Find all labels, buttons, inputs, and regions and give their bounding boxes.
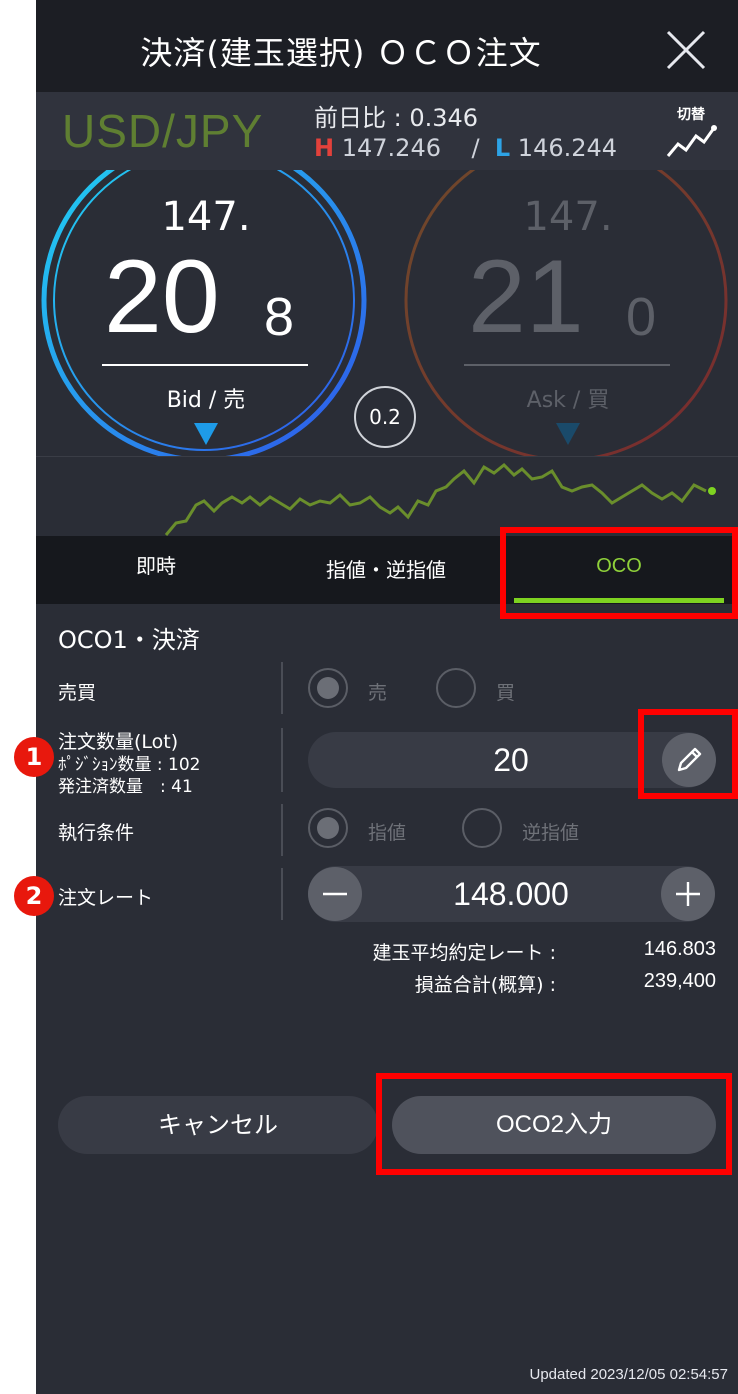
side-option-sell: 売 (368, 682, 388, 704)
ask-label: Ask / 買 (526, 388, 610, 413)
rate-increment-button[interactable] (661, 867, 715, 921)
cancel-button[interactable]: キャンセル (58, 1096, 378, 1154)
prev-day-change: 前日比 : 0.346 (314, 104, 479, 132)
low-letter: L (494, 134, 511, 162)
order-screen: 決済(建玉選択) ＯＣＯ注文 USD/JPY 前日比 : 0.346 H 147… (36, 0, 738, 1394)
ask-prefix: 147. (523, 194, 613, 240)
bid-prefix: 147. (161, 194, 251, 240)
step-badge-1: 1 (14, 737, 54, 777)
avg-rate-value: 146.803 (643, 938, 716, 960)
pnl-value: 239,400 (643, 970, 716, 992)
bid-underline (102, 364, 308, 366)
row-divider (281, 662, 283, 714)
condition-radio-stop[interactable] (462, 808, 502, 848)
pnl-label: 損益合計(概算) : (414, 974, 556, 996)
spread-badge: 0.2 (354, 386, 416, 448)
ask-big-digits: 21 (468, 239, 584, 355)
row-divider (281, 804, 283, 856)
plus-icon (676, 882, 700, 906)
ask-down-arrow-icon (556, 423, 580, 445)
ask-underline (464, 364, 670, 366)
side-label: 売買 (58, 682, 97, 704)
switch-label: 切替 (677, 107, 705, 123)
currency-pair-name: USD/JPY (62, 105, 264, 157)
rate-label: 注文レート (58, 887, 154, 909)
side-radio-sell[interactable] (308, 668, 348, 708)
mini-chart-line (164, 462, 716, 536)
condition-option-limit: 指値 (368, 822, 407, 844)
bid-down-arrow-icon (194, 423, 218, 445)
highlight-oco-tab (500, 527, 738, 619)
rate-value: 148.000 (453, 876, 569, 912)
ordered-quantity-label: 発注済数量 : 41 (58, 777, 193, 797)
condition-radio-limit[interactable] (308, 808, 348, 848)
highlight-oco2-button (376, 1073, 732, 1175)
condition-option-stop: 逆指値 (522, 822, 580, 844)
high-low-separator: / (471, 134, 480, 162)
bid-small-digit: 8 (264, 287, 295, 347)
updated-timestamp: Updated 2023/12/05 02:54:57 (529, 1366, 728, 1383)
highlight-edit-button (638, 709, 738, 799)
currency-pair-bar: USD/JPY 前日比 : 0.346 H 147.246 / L 146.24… (36, 92, 738, 170)
condition-label: 執行条件 (58, 822, 135, 844)
bid-big-digits: 20 (104, 239, 220, 355)
row-divider (281, 728, 283, 792)
chart-line-icon (666, 125, 717, 157)
high-letter: H (314, 134, 335, 162)
high-low: H 147.246 / L 146.244 (314, 134, 617, 162)
tab-limit-stop[interactable]: 指値・逆指値 (276, 540, 496, 608)
bid-label: Bid / 売 (166, 388, 246, 413)
step-badge-2: 2 (14, 876, 54, 916)
high-value: 147.246 (341, 134, 441, 162)
chart-switch-button[interactable]: 切替 (662, 104, 720, 164)
ask-small-digit: 0 (626, 287, 657, 347)
side-radio-buy[interactable] (436, 668, 476, 708)
side-option-buy: 買 (496, 682, 516, 704)
tab-immediate[interactable]: 即時 (46, 536, 266, 604)
mini-price-chart (36, 456, 738, 537)
low-value: 146.244 (517, 134, 618, 162)
row-divider (281, 868, 283, 920)
spread-value: 0.2 (369, 405, 401, 429)
page-title: 決済(建玉選択) ＯＣＯ注文 (140, 34, 542, 72)
section-title: OCO1・決済 (58, 626, 200, 654)
avg-rate-label: 建玉平均約定レート : (372, 942, 556, 964)
close-icon[interactable] (664, 28, 708, 72)
title-bar: 決済(建玉選択) ＯＣＯ注文 (36, 0, 738, 92)
